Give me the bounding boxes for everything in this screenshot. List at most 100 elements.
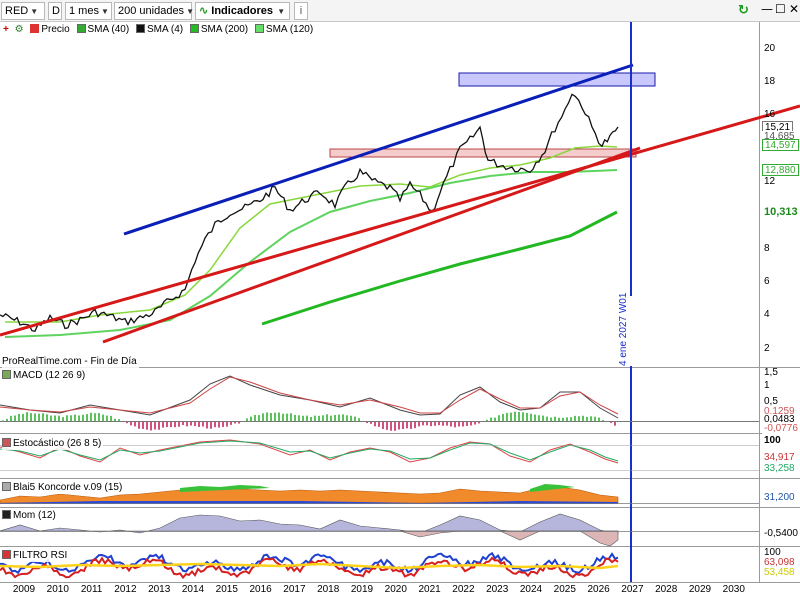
macd-hist-bar bbox=[594, 416, 596, 421]
macd-hist-bar bbox=[358, 418, 360, 421]
trendline-red-upper[interactable] bbox=[0, 104, 800, 337]
macd-hist-bar bbox=[326, 414, 328, 421]
macd-hist-bar bbox=[590, 416, 592, 421]
macd-hist-bar bbox=[402, 421, 404, 430]
stoch-swatch-icon bbox=[2, 438, 11, 447]
rsi-label: FILTRO RSI bbox=[2, 549, 70, 562]
momentum-neg-area bbox=[399, 530, 619, 547]
macd-hist-bar bbox=[110, 415, 112, 421]
macd-hist-bar bbox=[102, 414, 104, 421]
macd-tag-c: -0,0776 bbox=[762, 423, 800, 435]
macd-hist-bar bbox=[334, 415, 336, 421]
macd-hist-bar bbox=[354, 416, 356, 421]
macd-hist-bar bbox=[338, 414, 340, 421]
macd-hist-bar bbox=[514, 411, 516, 421]
macd-hist-bar bbox=[558, 417, 560, 421]
x-tick-2018: 2018 bbox=[317, 584, 340, 595]
macd-hist-bar bbox=[490, 417, 492, 421]
macd-hist-bar bbox=[210, 421, 212, 429]
macd-hist-bar bbox=[206, 421, 208, 429]
macd-tick-1: 1 bbox=[764, 380, 770, 391]
macd-signal bbox=[0, 376, 619, 415]
macd-hist-bar bbox=[6, 418, 8, 421]
macd-hist-bar bbox=[62, 417, 64, 421]
x-tick-2027: 2027 bbox=[621, 584, 644, 595]
macd-hist-bar bbox=[22, 413, 24, 421]
macd-hist-bar bbox=[510, 412, 512, 421]
macd-hist-bar bbox=[38, 413, 40, 421]
rsi-label-text: FILTRO RSI bbox=[13, 550, 68, 561]
y-tick-16: 16 bbox=[764, 109, 776, 120]
macd-hist-bar bbox=[566, 417, 568, 421]
macd-hist-bar bbox=[398, 421, 400, 430]
macd-hist-bar bbox=[382, 421, 384, 430]
macd-hist-bar bbox=[262, 413, 264, 421]
blai-tag: 31,200 bbox=[762, 492, 797, 504]
resistance-zone[interactable] bbox=[458, 72, 656, 87]
x-tick-2009: 2009 bbox=[12, 584, 36, 595]
sma200-line bbox=[261, 210, 618, 326]
macd-tick-1-5: 1,5 bbox=[764, 367, 778, 378]
macd-hist-bar bbox=[290, 413, 292, 421]
macd-hist-bar bbox=[270, 413, 272, 421]
macd-hist-bar bbox=[534, 414, 536, 421]
chart-canvas[interactable] bbox=[0, 0, 800, 598]
macd-hist-bar bbox=[494, 417, 496, 421]
macd-hist-bar bbox=[30, 413, 32, 421]
macd-hist-bar bbox=[298, 415, 300, 421]
macd-hist-bar bbox=[294, 414, 296, 421]
mom-tag: -0,5400 bbox=[762, 528, 800, 540]
mom-label-text: Mom (12) bbox=[13, 510, 56, 521]
tag-10313: 10,313 bbox=[762, 206, 800, 218]
trendline-red-lower[interactable] bbox=[102, 146, 641, 344]
stoch-label: Estocástico (26 8 5) bbox=[2, 437, 104, 450]
macd-hist-bar bbox=[394, 421, 396, 431]
macd-hist-bar bbox=[526, 412, 528, 421]
macd-hist-bar bbox=[406, 421, 408, 429]
macd-hist-bar bbox=[342, 414, 344, 421]
macd-hist-bar bbox=[42, 413, 44, 421]
x-tick-2029: 2029 bbox=[688, 584, 712, 595]
macd-hist-bar bbox=[550, 417, 552, 421]
macd-hist-bar bbox=[318, 415, 320, 421]
macd-hist-bar bbox=[546, 416, 548, 421]
macd-hist-bar bbox=[602, 420, 604, 421]
macd-hist-bar bbox=[70, 415, 72, 421]
tag-12880: 12,880 bbox=[762, 164, 799, 176]
macd-hist-bar bbox=[330, 415, 332, 421]
stoch-label-text: Estocástico (26 8 5) bbox=[13, 438, 102, 449]
macd-hist-bar bbox=[522, 412, 524, 421]
macd-hist-bar bbox=[58, 415, 60, 421]
macd-hist-bar bbox=[574, 415, 576, 421]
x-tick-2014: 2014 bbox=[181, 584, 205, 595]
macd-hist-bar bbox=[578, 416, 580, 421]
x-tick-2010: 2010 bbox=[46, 584, 69, 595]
mom-label: Mom (12) bbox=[2, 509, 58, 522]
macd-label: MACD (12 26 9) bbox=[2, 369, 88, 382]
y-tick-8: 8 bbox=[764, 243, 770, 254]
macd-hist-bar bbox=[106, 415, 108, 421]
x-tick-2016: 2016 bbox=[249, 584, 272, 595]
macd-hist-bar bbox=[34, 413, 36, 421]
mom-swatch-icon bbox=[2, 510, 11, 519]
macd-hist-bar bbox=[486, 419, 488, 421]
macd-hist-bar bbox=[582, 415, 584, 421]
y-tick-2: 2 bbox=[764, 343, 770, 354]
x-tick-2025: 2025 bbox=[553, 584, 576, 595]
x-tick-2020: 2020 bbox=[384, 584, 407, 595]
macd-hist-bar bbox=[506, 412, 508, 421]
macd-hist-bar bbox=[278, 412, 280, 421]
macd-hist-bar bbox=[142, 421, 144, 429]
x-tick-2011: 2011 bbox=[80, 584, 103, 595]
macd-hist-bar bbox=[562, 417, 564, 421]
macd-hist-bar bbox=[282, 413, 284, 421]
macd-hist-bar bbox=[530, 413, 532, 421]
blai-label-text: Blai5 Koncorde v.09 (15) bbox=[13, 482, 123, 493]
y-tick-18: 18 bbox=[764, 76, 776, 87]
x-tick-2024: 2024 bbox=[519, 584, 543, 595]
macd-hist-bar bbox=[74, 414, 76, 421]
macd-hist-bar bbox=[94, 413, 96, 421]
macd-hist-bar bbox=[114, 418, 116, 421]
rsi-swatch-icon bbox=[2, 550, 11, 559]
macd-hist-bar bbox=[46, 414, 48, 421]
